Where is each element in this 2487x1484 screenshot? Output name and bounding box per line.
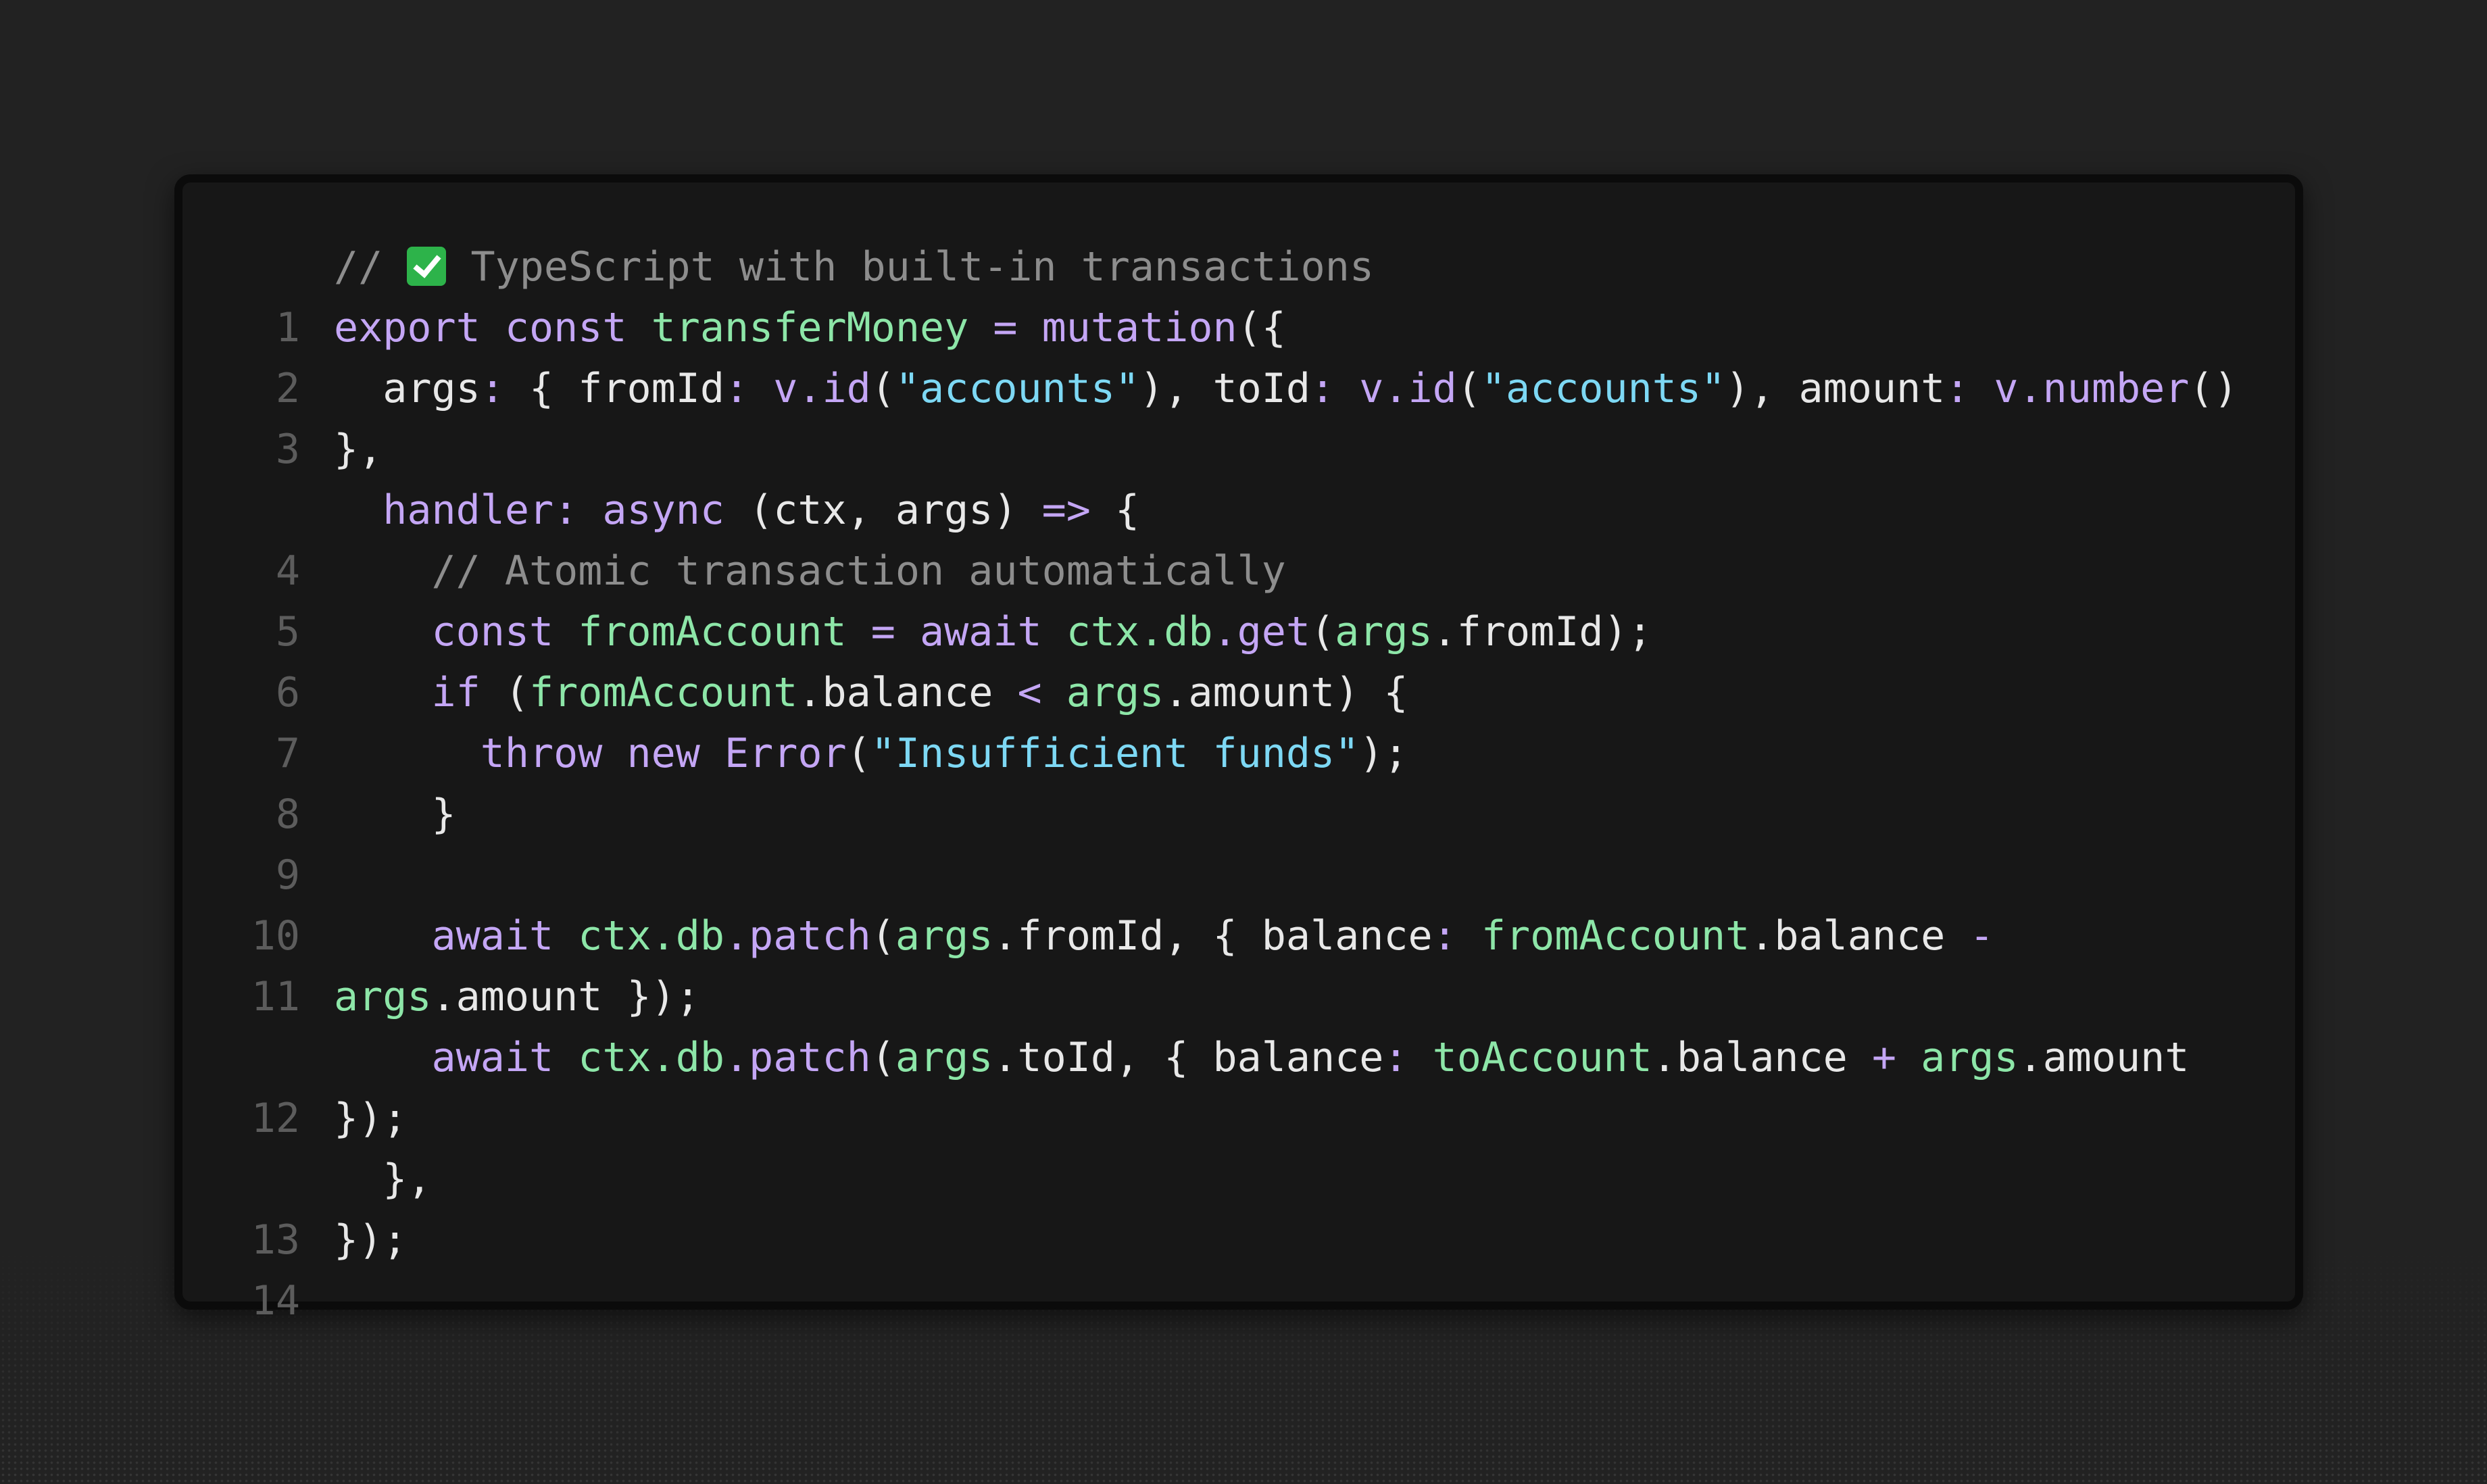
code-text: throw new Error("Insufficient funds");: [480, 730, 1408, 777]
code-line-5: 5 // Atomic transaction automatically: [182, 541, 2295, 656]
code-editor: 1 // TypeScript with built-in transactio…: [174, 174, 2303, 1325]
code-line-6: 6 const fromAccount = await ctx.db.get(a…: [182, 601, 2295, 716]
code-text: args: { fromId: v.id("accounts"), toId: …: [334, 365, 2238, 412]
code-line-3-wrap: },: [182, 419, 2295, 480]
code-text: await ctx.db.patch(args.toId, { balance:…: [431, 1034, 2190, 1081]
code-text: });: [334, 1095, 408, 1142]
code-text: });: [334, 1216, 408, 1264]
code-line-4: 4 handler: async (ctx, args) => {: [182, 480, 2295, 595]
code-line-2: 2 export const transferMoney = mutation(…: [182, 297, 2295, 412]
check-mark-icon: [407, 247, 447, 286]
code-line-11: 11 await ctx.db.patch(args.fromId, { bal…: [182, 906, 2295, 1020]
code-text: // Atomic transaction automatically: [334, 547, 1286, 595]
code-text: const fromAccount = await ctx.db.get(arg…: [431, 608, 1652, 656]
code-line-13: 13 },: [182, 1149, 2295, 1264]
code-text: handler: async (ctx, args) => {: [383, 487, 1140, 534]
code-text: export const transferMoney = mutation({: [334, 304, 1286, 351]
code-text: args.amount });: [334, 973, 700, 1020]
code-line-10: 10: [182, 845, 2295, 960]
code-text: },: [334, 426, 383, 473]
code-line-11-wrap: args.amount });: [182, 966, 2295, 1027]
code-text: // TypeScript with built-in transactions: [334, 243, 1375, 291]
code-line-8: 8 throw new Error("Insufficient funds");: [182, 723, 2295, 838]
code-line-12: 12 await ctx.db.patch(args.toId, { balan…: [182, 1027, 2295, 1142]
code-text: if (fromAccount.balance < args.amount) {: [431, 669, 1408, 716]
code-line-3: 3 args: { fromId: v.id("accounts"), toId…: [182, 358, 2295, 473]
code-text: },: [334, 1156, 432, 1203]
code-line-12-wrap: });: [182, 1088, 2295, 1149]
line-number: 14: [251, 1277, 300, 1325]
code-line-14: 14 });: [182, 1210, 2295, 1325]
code-text: await ctx.db.patch(args.fromId, { balanc…: [431, 912, 1994, 960]
code-line-7: 7 if (fromAccount.balance < args.amount)…: [182, 662, 2295, 777]
code-text: }: [334, 791, 456, 838]
code-line-1: 1 // TypeScript with built-in transactio…: [182, 237, 2295, 351]
code-line-9: 9 }: [182, 784, 2295, 899]
